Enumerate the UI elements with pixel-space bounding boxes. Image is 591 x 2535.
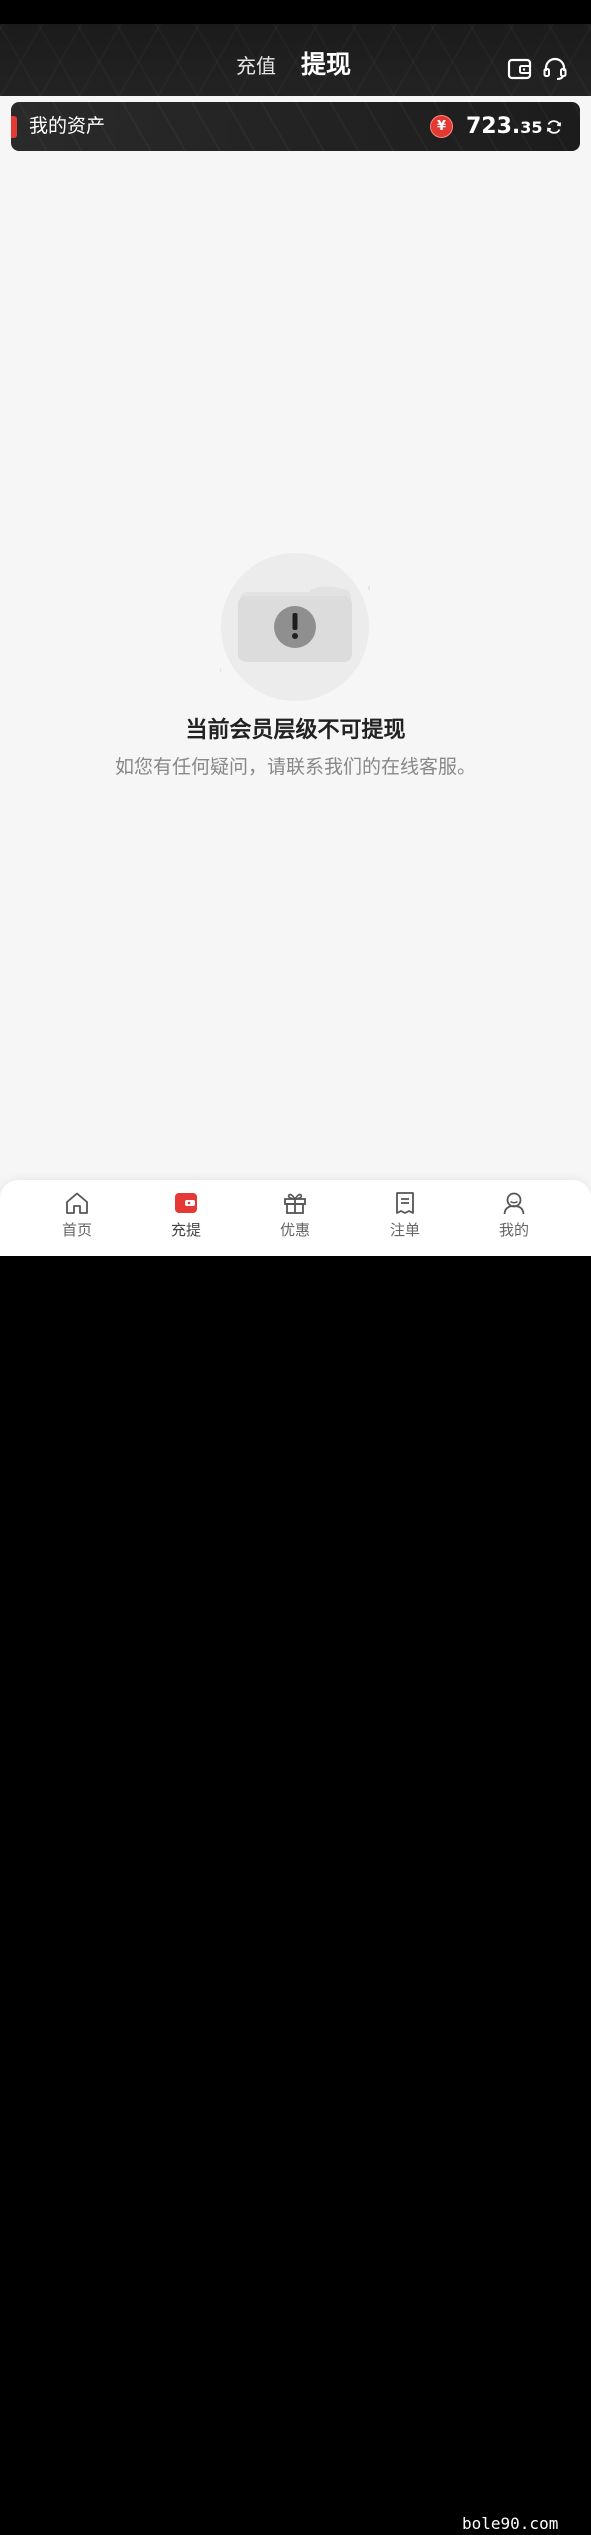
empty-state-subtitle: 如您有任何疑问，请联系我们的在线客服。 (114, 756, 476, 778)
app-screen: 充值 提现 我的资产 ¥ 723.35 当前会员层级不可提现 如您有任何疑问，请… (0, 0, 591, 2533)
bottom-nav: 首页 充提 优惠 注单 我的 (0, 1180, 591, 1256)
asset-label: 我的资产 (29, 115, 106, 137)
user-icon (501, 1190, 527, 1216)
main-content: 我的资产 ¥ 723.35 当前会员层级不可提现 如您有任何疑问，请联系我们的在… (0, 96, 591, 1256)
watermark-text: bole90.com (462, 2514, 559, 2533)
asset-bar: 我的资产 ¥ 723.35 (11, 102, 580, 151)
nav-label-mine: 我的 (498, 1221, 529, 1239)
tab-recharge[interactable]: 充值 (236, 53, 276, 79)
nav-item-bets[interactable]: 注单 (350, 1180, 460, 1256)
refresh-icon[interactable] (544, 117, 564, 137)
nav-item-recharge[interactable]: 充提 (131, 1180, 241, 1256)
balance-amount: 723.35 (466, 112, 543, 142)
nav-label-recharge: 充提 (170, 1221, 201, 1239)
yen-icon: ¥ (430, 115, 453, 138)
empty-state-illustration (220, 552, 370, 702)
wallet-icon (173, 1190, 199, 1216)
nav-label-bets: 注单 (389, 1221, 420, 1239)
balance-decimal: 35 (520, 118, 543, 137)
tab-withdraw[interactable]: 提现 (301, 49, 351, 81)
document-icon (392, 1190, 418, 1216)
home-icon (64, 1190, 90, 1216)
bottom-strip: bole90.com (0, 1256, 591, 2533)
nav-label-home: 首页 (61, 1221, 92, 1239)
nav-label-promotions: 优惠 (279, 1221, 310, 1239)
balance-integer: 723. (466, 114, 521, 139)
status-bar (0, 0, 591, 24)
empty-state-title: 当前会员层级不可提现 (185, 718, 406, 743)
header-bar: 充值 提现 (0, 24, 591, 96)
wallet-icon[interactable] (506, 55, 534, 83)
nav-item-home[interactable]: 首页 (22, 1180, 132, 1256)
accent-marker (11, 116, 17, 138)
headset-icon[interactable] (541, 55, 569, 83)
gift-icon (282, 1190, 308, 1216)
nav-item-mine[interactable]: 我的 (459, 1180, 569, 1256)
nav-item-promotions[interactable]: 优惠 (240, 1180, 350, 1256)
